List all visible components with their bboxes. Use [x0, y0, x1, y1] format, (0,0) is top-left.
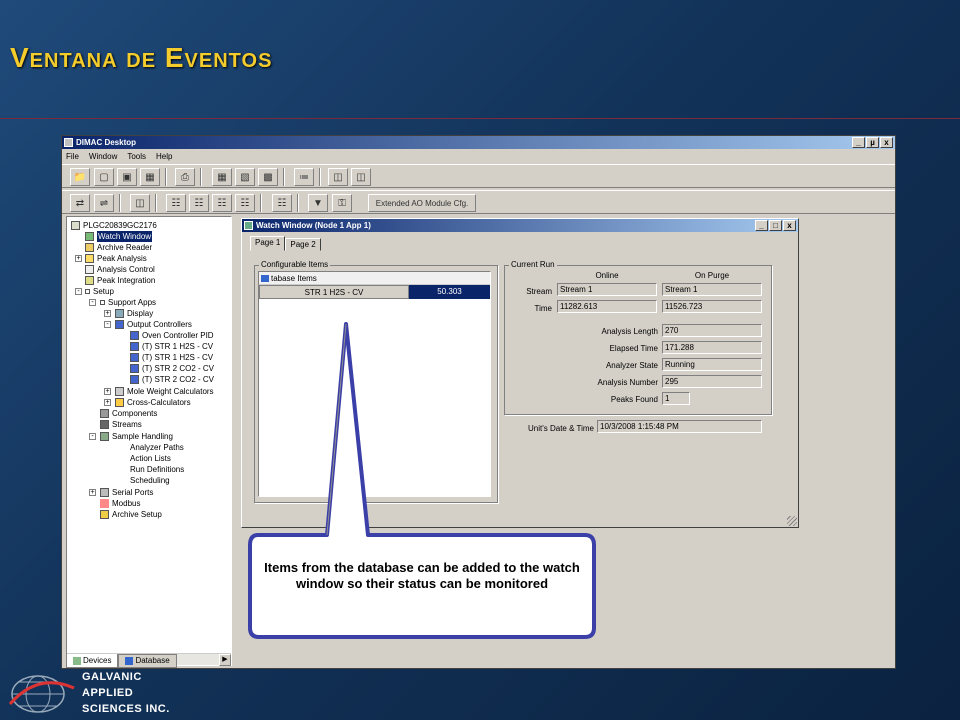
logo-line-1: GALVANIC [82, 671, 142, 683]
callout-overlay [248, 322, 596, 639]
company-logo: GALVANIC APPLIED SCIENCES INC. [8, 668, 188, 720]
logo-line-3: SCIENCES INC. [82, 703, 170, 715]
logo-line-2: APPLIED [82, 687, 134, 699]
callout-text: Items from the database can be added to … [264, 560, 580, 591]
globe-logo-icon [8, 675, 75, 713]
